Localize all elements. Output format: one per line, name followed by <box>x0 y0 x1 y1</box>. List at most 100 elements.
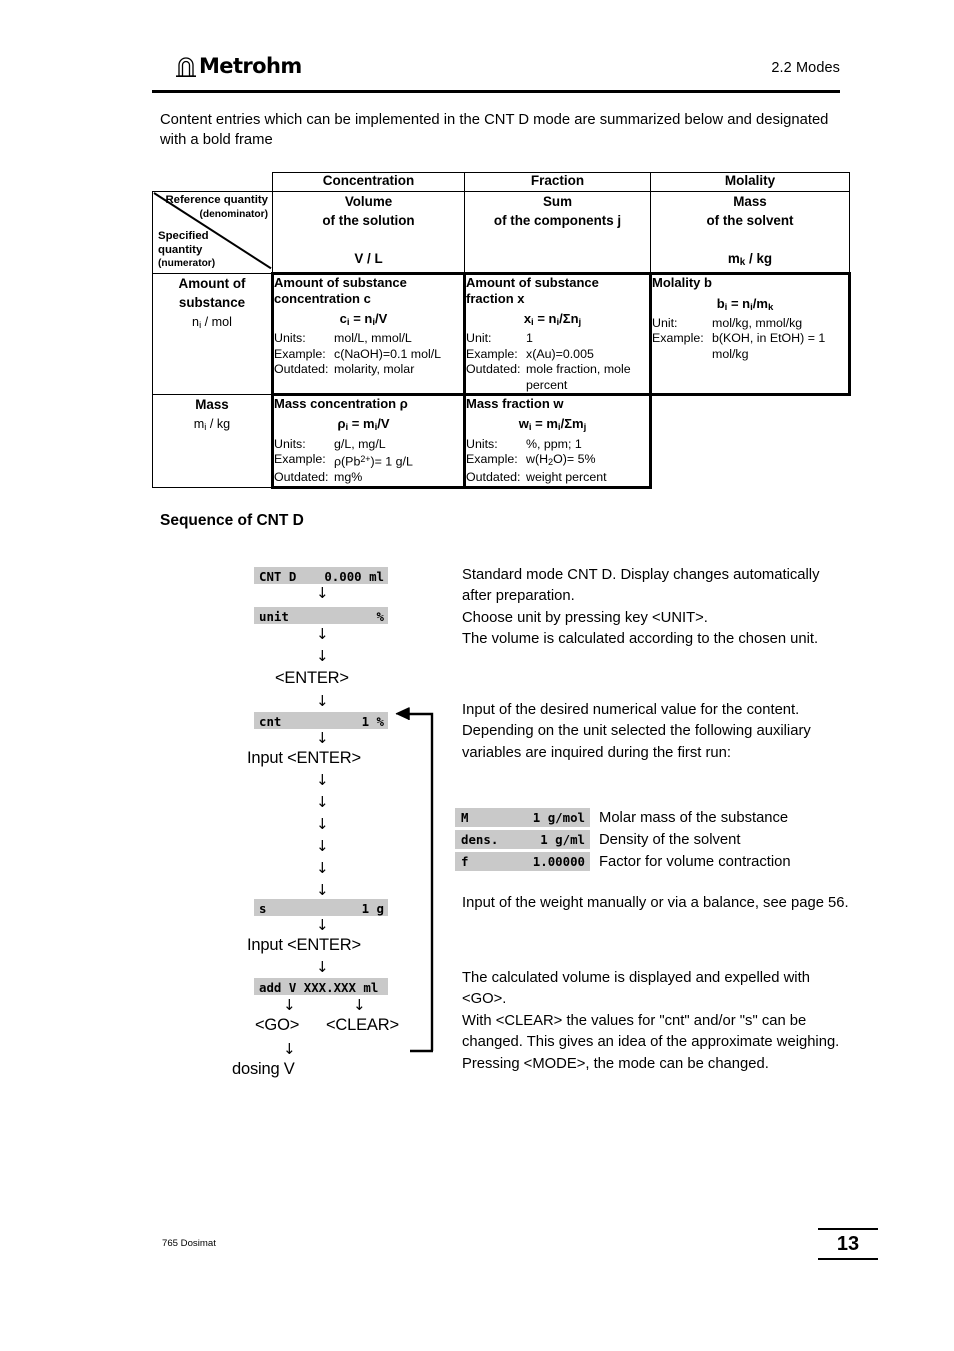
cell-entry: Outdated: mg% <box>274 470 363 485</box>
arrow-down-icon: ↓ <box>316 815 329 833</box>
arrow-down-icon: ↓ <box>316 771 329 789</box>
cell-title: Molality b <box>652 275 712 291</box>
aux-variable-row-factor: f 1.00000 Factor for volume contraction <box>455 852 791 871</box>
cell-formula: wi = mi/Σmj <box>518 416 587 434</box>
arrow-down-icon: ↓ <box>353 996 366 1014</box>
cell-entry: Example: c(NaOH)=0.1 mol/L <box>274 346 442 361</box>
cell-entry: Units:%, ppm; 1 <box>466 436 582 451</box>
cell-entry: Outdated: molarity, molar <box>274 362 415 377</box>
aux-label-density: Density of the solvent <box>599 831 741 848</box>
reference-cell-sum: Sum of the components j <box>464 190 651 275</box>
row-header-mass: Mass mi / kg <box>152 393 273 488</box>
annotation-block-2: Input of the desired numerical value for… <box>462 702 811 761</box>
arrow-down-icon: ↓ <box>316 729 329 747</box>
cell-title: Amount of substance fraction x <box>466 275 599 306</box>
display-unit: unit % <box>254 607 388 624</box>
page-number: 13 <box>836 1233 860 1255</box>
table-header-row: Concentration Fraction Molality <box>153 172 850 192</box>
page-header: Metrohm 2.2 Modes <box>152 55 840 95</box>
reference-symbol-mass: mk / kg <box>727 251 773 269</box>
cell-formula: bi = ni/mk <box>716 295 774 313</box>
cell-title: Mass concentration ρ <box>274 395 408 411</box>
cell-formula: ρi = mi/V <box>337 416 390 434</box>
arrow-down-icon: ↓ <box>316 881 329 899</box>
page-number-box: 13 <box>818 1228 878 1260</box>
header-section-label: 2.2 Modes <box>771 60 840 76</box>
reference-symbol-volume: V / L <box>354 251 383 266</box>
aux-variable-row-density: dens. 1 g/ml Density of the solvent <box>455 830 740 849</box>
cell-entry: Example: b(KOH, in EtOH) = 1 <box>652 331 826 346</box>
aux-variable-row-molar-mass: M 1 g/mol Molar mass of the substance <box>455 808 788 827</box>
cell-mass-fraction: Mass fraction w wi = mi/Σmj Units:%, ppm… <box>463 392 652 489</box>
cell-empty-molality-mass <box>649 394 850 488</box>
sequence-heading: Sequence of CNT D <box>160 512 304 529</box>
column-header-molality: Molality <box>650 172 850 192</box>
cell-formula: ci = ni/V <box>339 311 388 329</box>
display-add-v: add V XXX.XXX ml <box>254 978 388 995</box>
cell-amount-of-substance-concentration: Amount of substance concentration c ci =… <box>271 272 466 396</box>
arrow-down-icon: ↓ <box>316 625 329 643</box>
annotation-block-3: Input of the weight manually or via a ba… <box>462 895 849 911</box>
reference-cell-mass: Mass of the solvent mk / kg <box>650 190 850 275</box>
row-header-amount-of-substance: Amount of substance ni / mol <box>152 273 273 395</box>
column-header-fraction: Fraction <box>464 172 651 192</box>
arrow-down-icon: ↓ <box>283 1040 296 1058</box>
cell-entry-value: w(H2O)= 5% <box>526 451 596 467</box>
cell-entry: Example: x(Au)=0.005 <box>466 346 594 361</box>
cell-entry: Units: g/L, mg/L <box>274 436 386 451</box>
logo-wordmark: Metrohm <box>199 54 302 78</box>
reference-cell-volume: Volume of the solution V / L <box>272 190 465 275</box>
annotation-block-4: The calculated volume is displayed and e… <box>462 970 840 1072</box>
corner-reference-label: Reference quantity (denominator) <box>165 194 268 220</box>
cell-mass-concentration: Mass concentration ρ ρi = mi/V Units: g/L… <box>271 392 466 489</box>
key-clear: <CLEAR> <box>326 1016 399 1034</box>
aux-label-factor: Factor for volume contraction <box>599 853 791 870</box>
arrow-down-icon: ↓ <box>316 647 329 665</box>
display-density: dens. 1 g/ml <box>455 830 590 849</box>
cell-molality: Molality b bi = ni/mk Unit: mol/kg, mmol/… <box>649 272 851 396</box>
cell-entry: Example: ρ(Pb2+)= 1 g/L <box>274 452 463 470</box>
key-input-enter-1: Input <ENTER> <box>247 749 361 767</box>
column-header-concentration: Concentration <box>272 172 465 192</box>
aux-label-molar-mass: Molar mass of the substance <box>599 809 789 826</box>
arrow-down-icon: ↓ <box>316 793 329 811</box>
cell-title: Mass fraction w <box>466 395 564 411</box>
cell-entry-continuation: mol/kg <box>712 346 749 361</box>
corner-specified-label: Specified quantity (numerator) <box>158 230 216 269</box>
key-input-enter-2: Input <ENTER> <box>247 936 361 954</box>
feedback-loop-connector <box>395 698 443 1056</box>
label-dosing-v: dosing V <box>232 1060 295 1078</box>
intro-paragraph: Content entries which can be implemented… <box>160 112 829 148</box>
arrow-down-icon: ↓ <box>316 916 329 934</box>
row-header-unit: mi / kg <box>193 416 231 432</box>
cell-entry: Units: mol/L, mmol/L <box>274 331 412 346</box>
cell-formula: xi = ni/Σnj <box>523 311 582 329</box>
key-enter-1: <ENTER> <box>275 669 349 687</box>
reference-quantity-row: Reference quantity (denominator) Specifi… <box>152 190 850 275</box>
cell-amount-of-substance-fraction: Amount of substance fraction x xi = ni/Σ… <box>463 272 652 396</box>
display-molar-mass: M 1 g/mol <box>455 808 590 827</box>
display-factor: f 1.00000 <box>455 852 590 871</box>
arrow-down-icon: ↓ <box>283 996 296 1014</box>
cell-entry: Unit: mol/kg, mmol/kg <box>652 315 803 330</box>
arrow-down-icon: ↓ <box>316 584 329 602</box>
metrohm-arch-logo-icon <box>176 57 196 77</box>
arrow-down-icon: ↓ <box>316 859 329 877</box>
header-divider <box>152 90 840 93</box>
row-header-unit: ni / mol <box>192 315 232 331</box>
display-cnt-d: CNT D 0.000 ml <box>254 567 388 584</box>
table-row: Mass mi / kg Mass concentration ρ ρi = m… <box>152 392 850 489</box>
document-page: Metrohm 2.2 Modes Content entries which … <box>0 0 954 1351</box>
corner-cell: Reference quantity (denominator) Specifi… <box>152 190 273 275</box>
cell-entry: Outdated: mole fraction, mole <box>466 362 631 377</box>
arrow-down-icon: ↓ <box>316 837 329 855</box>
annotation-block-1: Standard mode CNT D. Display changes aut… <box>462 567 820 648</box>
display-cnt: cnt 1 % <box>254 712 388 729</box>
cell-entry-value: ρ(Pb2+)= 1 g/L <box>334 453 413 469</box>
cell-title: Amount of substance concentration c <box>274 275 407 306</box>
loop-arrow-icon <box>395 707 434 1053</box>
table-row: Amount of substance ni / mol Amount of s… <box>152 272 851 396</box>
page-number-rule-bottom <box>818 1258 878 1260</box>
metrohm-logo: Metrohm <box>176 55 302 77</box>
footer-product-label: 765 Dosimat <box>162 1238 216 1249</box>
